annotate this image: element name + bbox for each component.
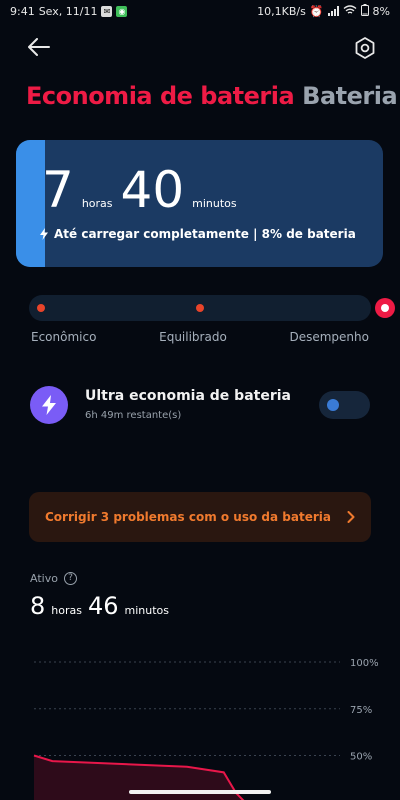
mode-dot-desempenho-selected[interactable] (375, 298, 395, 318)
status-left: 9:41 Sex, 11/11 ✉ ◉ (10, 4, 128, 18)
status-time: 9:41 (10, 4, 35, 18)
charge-text: Até carregar completamente | 8% de bater… (54, 227, 356, 241)
battery-time-card: 7 horas 40 minutos Até carregar completa… (16, 140, 383, 267)
signal-icon (327, 6, 339, 16)
notification-icon: ✉ (101, 5, 113, 17)
ultra-saver-toggle[interactable] (319, 391, 370, 419)
gear-icon (355, 37, 375, 59)
battery-percent: 8% (372, 4, 390, 18)
mode-dot-equilibrado[interactable] (196, 304, 204, 312)
tab-bar: Economia de bateria Bateria (26, 82, 398, 110)
toggle-knob (327, 399, 339, 411)
performance-mode-slider[interactable] (29, 295, 395, 321)
active-hours: 8 (30, 592, 46, 620)
minutes-unit: minutos (192, 197, 237, 210)
fix-problems-text: Corrigir 3 problemas com o uso da bateri… (45, 510, 331, 524)
status-date: Sex, 11/11 (38, 4, 98, 18)
status-bar: 9:41 Sex, 11/11 ✉ ◉ 10,1KB/s ⏰ 8% (0, 0, 400, 22)
mode-label-equilibrado[interactable]: Equilibrado (159, 330, 227, 344)
mode-dot-economico[interactable] (37, 304, 45, 312)
chevron-right-icon (347, 511, 355, 523)
remaining-time: 7 horas 40 minutos (42, 160, 237, 220)
active-usage-time: 8 horas 46 minutos (30, 590, 169, 622)
mode-label-economico[interactable]: Econômico (31, 330, 96, 344)
hours-unit: horas (81, 197, 113, 210)
battery-icon (360, 3, 369, 19)
active-usage-label: Ativo ? (30, 572, 77, 585)
remaining-minutes: 40 (120, 161, 185, 219)
y-tick-label: 75% (350, 705, 372, 716)
app-notification-icon: ◉ (116, 5, 128, 17)
battery-usage-chart: 100% 75% 50% (33, 658, 379, 800)
lightning-icon (30, 386, 68, 424)
remaining-hours: 7 (42, 161, 74, 219)
active-minutes: 46 (87, 592, 119, 620)
charge-info: Até carregar completamente | 8% de bater… (40, 227, 356, 241)
net-speed: 10,1KB/s (257, 4, 306, 18)
active-hours-unit: horas (51, 604, 82, 617)
lightning-icon (40, 228, 48, 240)
wifi-icon (343, 4, 357, 18)
arrow-left-icon (28, 38, 50, 56)
ultra-saver-remaining: 6h 49m restante(s) (85, 410, 182, 421)
mode-label-desempenho[interactable]: Desempenho (289, 330, 369, 344)
home-indicator[interactable] (129, 790, 271, 794)
status-right: 10,1KB/s ⏰ 8% (257, 3, 390, 19)
tab-battery[interactable]: Bateria (302, 82, 398, 110)
help-icon[interactable]: ? (63, 572, 77, 585)
alarm-icon: ⏰ (309, 4, 324, 18)
y-tick-label: 50% (350, 752, 372, 763)
active-label-text: Ativo (30, 572, 58, 585)
mode-labels: Econômico Equilibrado Desempenho (31, 330, 369, 344)
ultra-saver-row[interactable]: Ultra economia de bateria 6h 49m restant… (30, 384, 370, 428)
settings-button[interactable] (352, 35, 378, 61)
active-minutes-unit: minutos (124, 604, 170, 617)
fix-problems-banner[interactable]: Corrigir 3 problemas com o uso da bateri… (29, 492, 371, 542)
ultra-saver-title: Ultra economia de bateria (85, 388, 291, 404)
battery-level-bar (16, 140, 45, 267)
back-button[interactable] (26, 34, 52, 60)
tab-battery-saver[interactable]: Economia de bateria (26, 82, 295, 110)
y-tick-label: 100% (350, 658, 379, 669)
